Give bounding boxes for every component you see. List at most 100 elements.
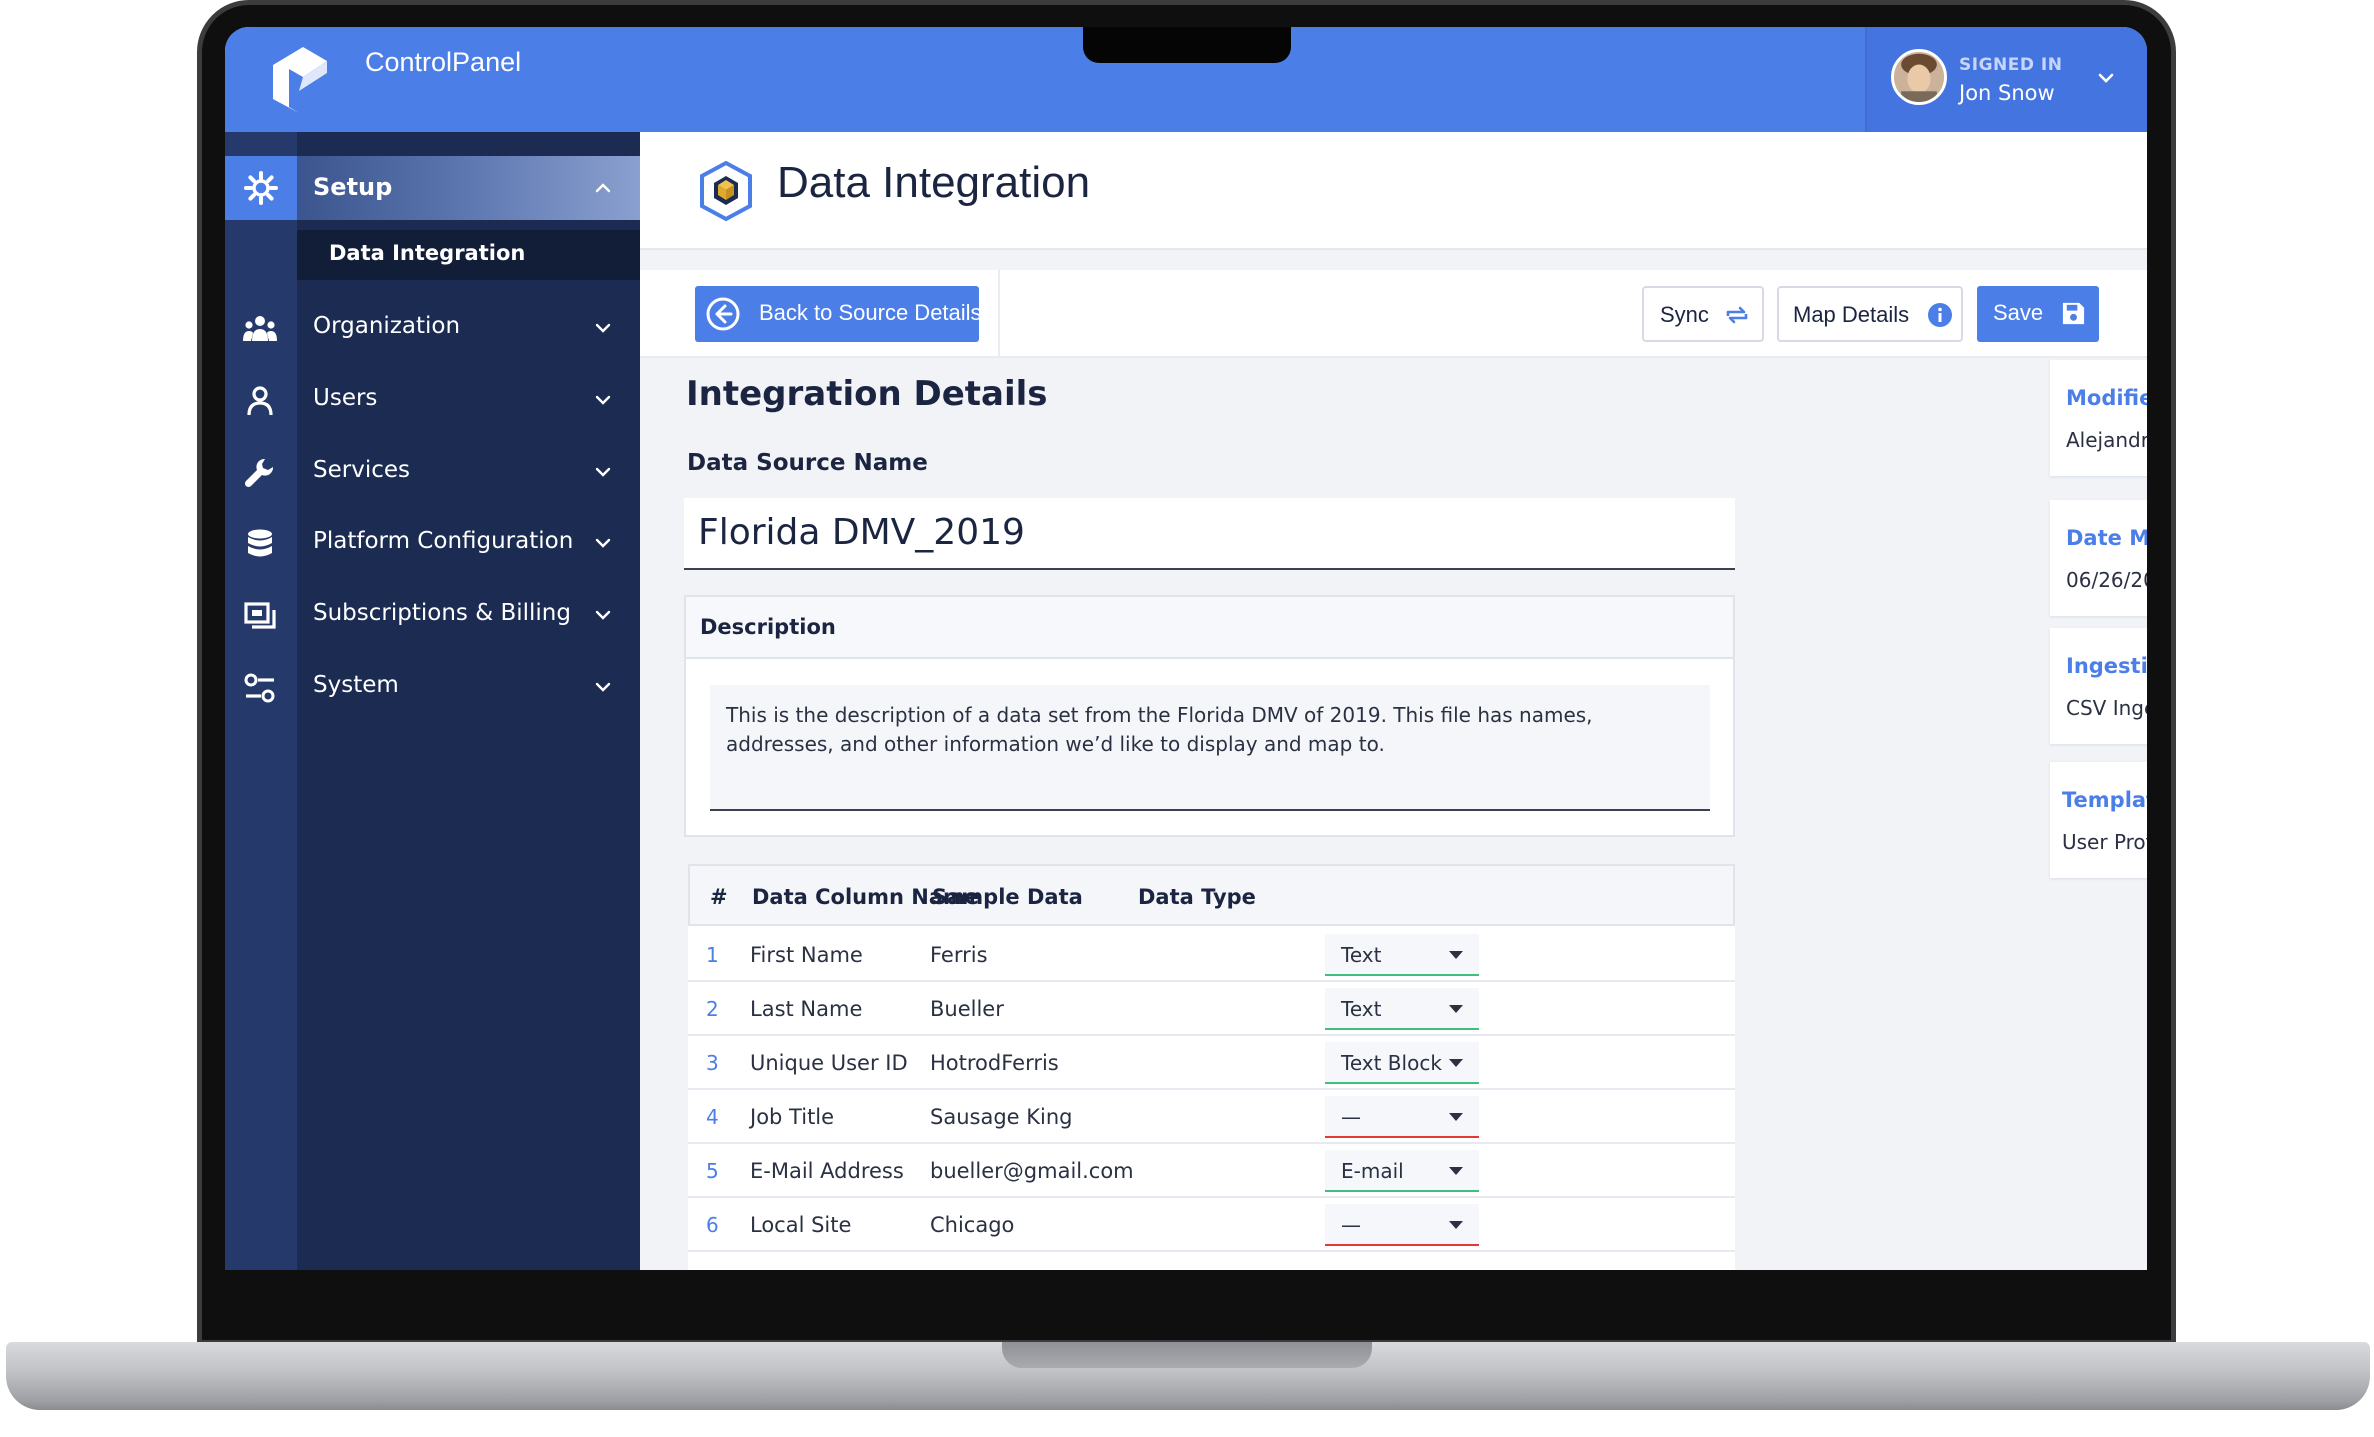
description-textarea[interactable]: This is the description of a data set fr… <box>710 685 1710 811</box>
data-type-value: — <box>1341 1213 1361 1237</box>
data-type-value: E-mail <box>1341 1159 1404 1183</box>
sidebar-item-label: System <box>313 672 399 698</box>
data-type-select[interactable]: — <box>1325 1096 1479 1138</box>
sidebar-item-organization[interactable]: Organization <box>225 298 640 358</box>
setup-icon-box <box>225 156 297 220</box>
save-button-label: Save <box>1993 300 2044 325</box>
table-row: 3 Unique User ID HotrodFerris Text Block <box>688 1036 1735 1090</box>
sidebar: Setup Data Integration Organization User… <box>225 132 640 1270</box>
data-source-name-field[interactable]: Florida DMV_2019 <box>684 498 1735 570</box>
sample-data-cell: Bueller <box>930 997 1004 1021</box>
main-content: Data Integration Back to Source Details … <box>640 132 2147 1270</box>
sidebar-item-platform-configuration[interactable]: Platform Configuration <box>225 513 640 573</box>
data-type-value: Text <box>1341 943 1382 967</box>
column-header-number: # <box>710 885 728 909</box>
caret-down-icon[interactable] <box>1449 1221 1463 1229</box>
row-number: 2 <box>706 997 719 1021</box>
sidebar-item-label: Organization <box>313 313 461 339</box>
row-number: 3 <box>706 1051 719 1075</box>
section-title: Integration Details <box>686 374 1048 414</box>
sync-button[interactable]: Sync <box>1642 286 1764 342</box>
chevron-down-icon[interactable] <box>593 677 613 697</box>
gear-icon <box>244 171 278 205</box>
sidebar-item-setup[interactable]: Setup <box>225 156 640 220</box>
data-type-select[interactable]: Text Block <box>1325 1042 1479 1084</box>
data-type-value: — <box>1341 1105 1361 1129</box>
sample-data-cell: Chicago <box>930 1213 1015 1237</box>
table-row: 5 E-Mail Address bueller@gmail.com E-mail <box>688 1144 1735 1198</box>
toolbar: Back to Source Details Sync Map Details … <box>640 270 2147 358</box>
chevron-down-icon[interactable] <box>593 390 613 410</box>
logo-icon[interactable] <box>269 43 331 115</box>
data-source-name-label: Data Source Name <box>687 450 928 476</box>
chevron-down-icon[interactable] <box>593 605 613 625</box>
data-type-select[interactable]: Text <box>1325 988 1479 1030</box>
column-header-sample: Sample Data <box>932 885 1083 909</box>
arrow-left-circle-icon <box>706 297 740 331</box>
sample-data-cell: Sausage King <box>930 1105 1073 1129</box>
user-name: Jon Snow <box>1959 81 2055 105</box>
meta-value: CSV Ingest <box>2066 696 2147 720</box>
sidebar-item-label: Subscriptions & Billing <box>313 600 571 626</box>
user-menu[interactable]: SIGNED IN Jon Snow <box>1865 27 2147 132</box>
camera-notch <box>1083 27 1291 63</box>
map-details-button[interactable]: Map Details <box>1777 286 1963 342</box>
column-name-cell: Unique User ID <box>750 1051 908 1075</box>
billing-icon <box>244 602 276 629</box>
sidebar-subitem-data-integration[interactable]: Data Integration <box>297 230 640 280</box>
meta-card-date-modified: Date Modified 06/26/2019 <box>2050 500 2147 616</box>
meta-card-modified-by: Modified By Alejandro Morales <box>2050 360 2147 476</box>
organization-icon <box>243 316 277 341</box>
description-label: Description <box>700 615 836 639</box>
chevron-up-icon[interactable] <box>593 178 613 198</box>
row-number: 6 <box>706 1213 719 1237</box>
sync-button-label: Sync <box>1660 302 1709 327</box>
data-type-value: Text Block <box>1341 1051 1442 1075</box>
chevron-down-icon[interactable] <box>593 533 613 553</box>
avatar <box>1891 49 1947 105</box>
table-header: # Data Column Name Sample Data Data Type <box>688 864 1735 926</box>
sample-data-cell: HotrodFerris <box>930 1051 1059 1075</box>
table-row: 1 First Name Ferris Text <box>688 928 1735 982</box>
app-title: ControlPanel <box>365 47 522 77</box>
data-type-select[interactable]: — <box>1325 1204 1479 1246</box>
data-type-select[interactable]: E-mail <box>1325 1150 1479 1192</box>
save-button[interactable]: Save <box>1977 286 2099 342</box>
chevron-down-icon[interactable] <box>2095 67 2117 89</box>
database-icon <box>248 529 272 557</box>
description-card: Description This is the description of a… <box>684 595 1735 837</box>
chevron-down-icon[interactable] <box>593 462 613 482</box>
caret-down-icon[interactable] <box>1449 1005 1463 1013</box>
floppy-disk-icon <box>2062 302 2085 325</box>
meta-value: Alejandro Morales <box>2066 428 2147 452</box>
row-number: 5 <box>706 1159 719 1183</box>
page-title: Data Integration <box>777 158 1091 207</box>
sidebar-item-label: Setup <box>313 173 393 201</box>
sync-icon <box>1726 306 1748 324</box>
toolbar-divider <box>998 270 1000 358</box>
sidebar-item-subscriptions-billing[interactable]: Subscriptions & Billing <box>225 585 640 645</box>
caret-down-icon[interactable] <box>1449 951 1463 959</box>
table-row: 2 Last Name Bueller Text <box>688 982 1735 1036</box>
column-name-cell: First Name <box>750 943 863 967</box>
back-to-source-button[interactable]: Back to Source Details <box>695 286 979 342</box>
user-icon <box>247 386 273 416</box>
table-row: 6 Local Site Chicago — <box>688 1198 1735 1252</box>
meta-title: Template <box>2062 788 2147 812</box>
data-type-select[interactable]: Text <box>1325 934 1479 976</box>
sidebar-item-users[interactable]: Users <box>225 370 640 430</box>
data-source-name-value: Florida DMV_2019 <box>698 512 1025 553</box>
sidebar-item-services[interactable]: Services <box>225 442 640 502</box>
sidebar-subitem-label: Data Integration <box>329 241 526 265</box>
chevron-down-icon[interactable] <box>593 318 613 338</box>
sidebar-item-system[interactable]: System <box>225 657 640 717</box>
caret-down-icon[interactable] <box>1449 1113 1463 1121</box>
row-number: 4 <box>706 1105 719 1129</box>
caret-down-icon[interactable] <box>1449 1167 1463 1175</box>
column-header-type: Data Type <box>1138 885 1256 909</box>
meta-value: User Profile <box>2062 830 2147 854</box>
column-name-cell: Job Title <box>750 1105 835 1129</box>
info-icon <box>1928 303 1952 327</box>
caret-down-icon[interactable] <box>1449 1059 1463 1067</box>
sample-data-cell: Ferris <box>930 943 988 967</box>
